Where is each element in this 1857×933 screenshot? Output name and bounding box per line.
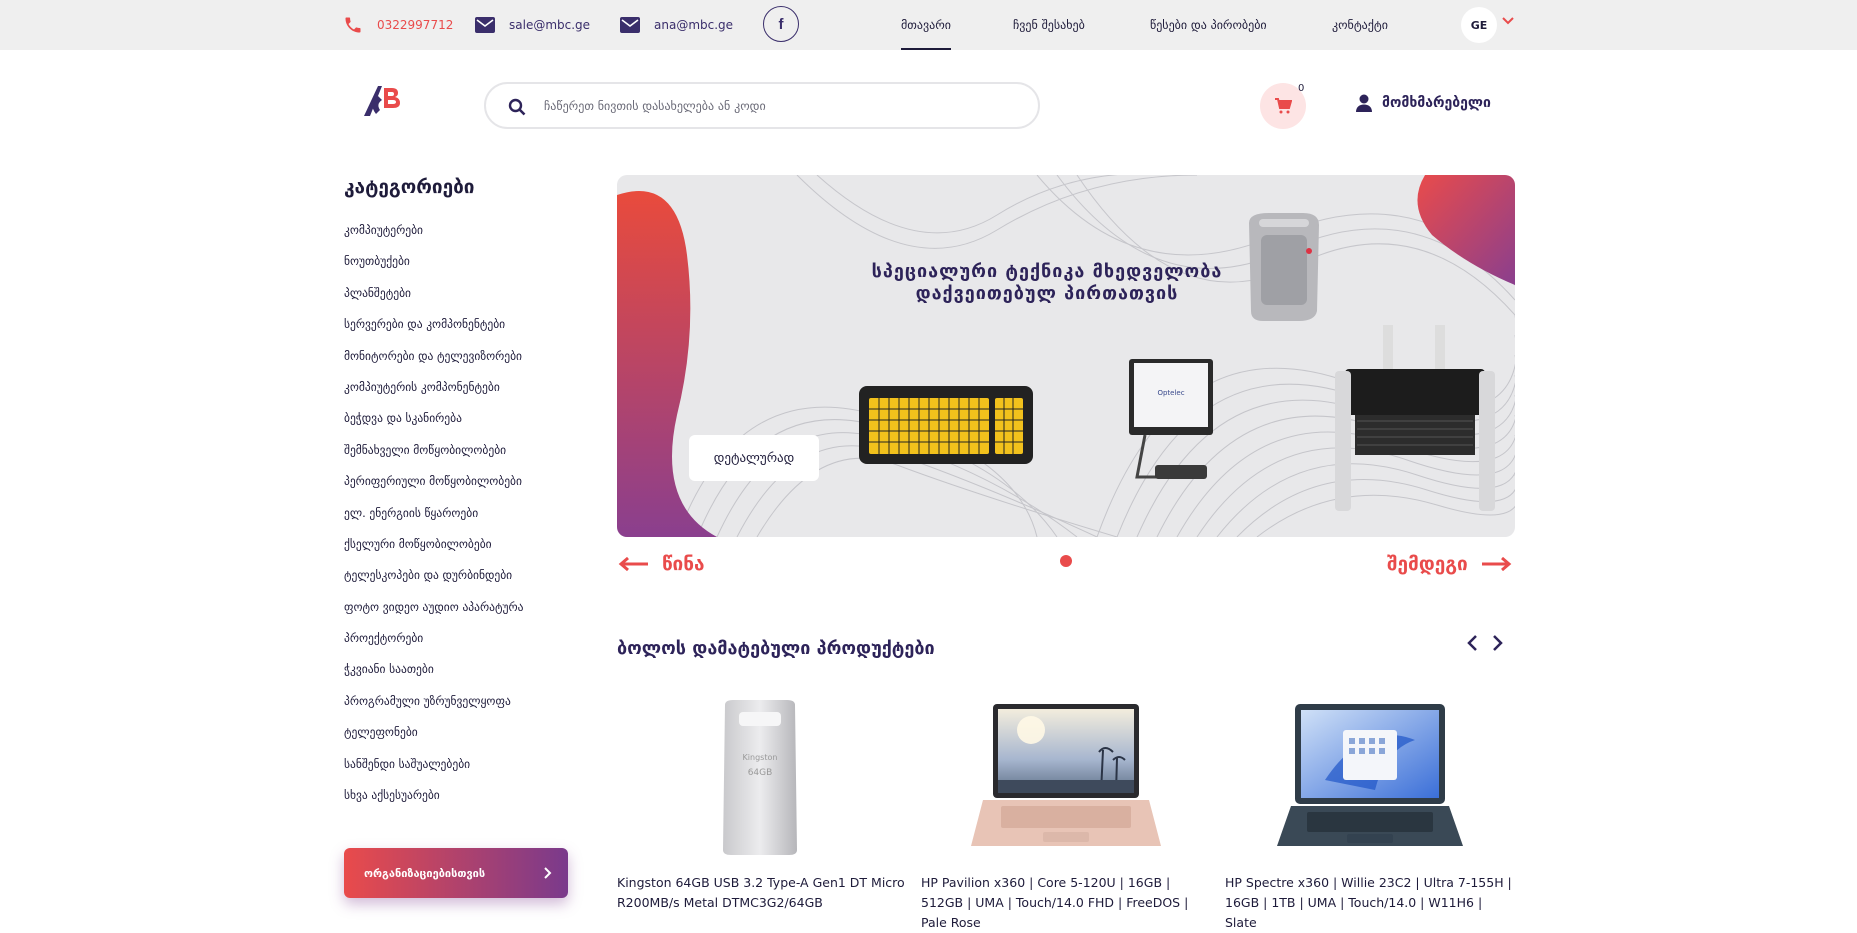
organizations-button[interactable]: ორგანიზაციებისთვის [344, 848, 568, 898]
chevron-right-icon[interactable] [1492, 634, 1504, 652]
category-item[interactable]: პროგრამული უზრუნველყოფა [344, 693, 523, 724]
nav-about[interactable]: ჩვენ შესახებ [1013, 0, 1085, 50]
category-item[interactable]: შემნახველი მოწყობილობები [344, 442, 523, 473]
language-selector[interactable]: GE [1461, 7, 1497, 43]
product-card[interactable]: Kingston 64GB Kingston 64GB USB 3.2 Type… [617, 700, 907, 913]
product-card[interactable]: HP Pavilion x360 | Core 5-120U | 16GB | … [921, 700, 1211, 933]
category-list: კომპიუტერები ნოუთბუქები პლანშეტები სერვე… [344, 222, 523, 818]
banner-title-line2: დაქვეითებულ პირთათვის [915, 283, 1179, 304]
product-name[interactable]: HP Pavilion x360 | Core 5-120U | 16GB | … [921, 873, 1211, 933]
category-item[interactable]: კომპიუტერის კომპონენტები [344, 379, 523, 410]
product-image[interactable]: Kingston 64GB [617, 700, 907, 855]
category-item[interactable]: სხვა აქსესუარები [344, 787, 523, 818]
svg-text:Optelec: Optelec [1157, 389, 1184, 397]
category-item[interactable]: პლანშეტები [344, 285, 523, 316]
search-bar [484, 82, 1040, 129]
mail-icon [475, 17, 495, 33]
category-item[interactable]: ნოუთბუქები [344, 253, 523, 284]
product-card[interactable]: HP Spectre x360 | Willie 23C2 | Ultra 7-… [1225, 700, 1515, 933]
chevron-down-icon[interactable] [1502, 16, 1514, 26]
category-item[interactable]: ტელეფონები [344, 724, 523, 755]
carousel-dot[interactable] [1060, 555, 1072, 567]
banner-title-line1: სპეციალური ტექნიკა მხედველობა [871, 261, 1223, 282]
phone-number: 0322997712 [377, 18, 454, 32]
category-item[interactable]: ელ. ენერგიის წყაროები [344, 505, 523, 536]
video-magnifier-image: Optelec [1129, 359, 1213, 479]
next-label: შემდეგი [1387, 553, 1468, 575]
portable-device-image [1249, 213, 1319, 321]
email-sale: sale@mbc.ge [509, 18, 591, 32]
nav-contact[interactable]: კონტაქტი [1332, 0, 1388, 50]
cart-count-badge: 0 [1298, 83, 1305, 94]
email-ana: ana@mbc.ge [654, 18, 734, 32]
usb-flash-drive-image: Kingston 64GB [723, 700, 797, 855]
user-account-button[interactable]: მომხმარებელი [1356, 94, 1491, 112]
logo[interactable] [362, 84, 406, 118]
svg-text:64GB: 64GB [748, 768, 773, 778]
chevron-left-icon[interactable] [1466, 634, 1478, 652]
laptop-pink-image [971, 704, 1161, 846]
braille-printer-image [1335, 325, 1495, 511]
products-carousel-controls [1466, 634, 1504, 652]
recent-products-title: ბოლოს დამატებული პროდუქტები [617, 638, 935, 659]
search-input[interactable] [544, 94, 1014, 118]
product-name[interactable]: Kingston 64GB USB 3.2 Type-A Gen1 DT Mic… [617, 873, 907, 913]
user-label: მომხმარებელი [1382, 95, 1491, 111]
category-item[interactable]: ჭკვიანი საათები [344, 661, 523, 692]
facebook-icon[interactable]: f [763, 6, 799, 42]
arrow-left-icon [618, 557, 648, 571]
phone-icon [345, 17, 361, 33]
user-icon [1356, 94, 1372, 112]
category-item[interactable]: პერიფერიული მოწყობილობები [344, 473, 523, 504]
prev-label: წინა [662, 553, 705, 575]
product-image[interactable] [921, 700, 1211, 855]
nav-home[interactable]: მთავარი [901, 0, 951, 50]
chevron-right-icon [544, 867, 552, 879]
category-item[interactable]: ქსელური მოწყობილობები [344, 536, 523, 567]
category-item[interactable]: ბეჭდვა და სკანირება [344, 410, 523, 441]
category-item[interactable]: კომპიუტერები [344, 222, 523, 253]
laptop-slate-image [1277, 704, 1463, 846]
hero-banner: სპეციალური ტექნიკა მხედველობა დაქვეითებუ… [617, 175, 1515, 537]
email-sale-contact[interactable]: sale@mbc.ge [475, 0, 590, 50]
details-button[interactable]: დეტალურად [689, 435, 819, 481]
email-ana-contact[interactable]: ana@mbc.ge [620, 0, 733, 50]
phone-contact[interactable]: 0322997712 [343, 0, 453, 50]
product-name[interactable]: HP Spectre x360 | Willie 23C2 | Ultra 7-… [1225, 873, 1515, 933]
cart-icon [1275, 98, 1292, 114]
banner-next-button[interactable]: შემდეგი [1387, 553, 1512, 575]
arrow-right-icon [1481, 557, 1512, 571]
banner-title: სპეციალური ტექნიკა მხედველობა დაქვეითებუ… [857, 261, 1237, 305]
top-bar: 0322997712 sale@mbc.ge ana@mbc.ge f მთავ… [0, 0, 1857, 50]
organizations-label: ორგანიზაციებისთვის [364, 866, 486, 880]
category-item[interactable]: პროექტორები [344, 630, 523, 661]
keyboard-image [859, 386, 1033, 464]
svg-text:Kingston: Kingston [743, 753, 778, 762]
category-item[interactable]: ტელესკოპები და დურბინდები [344, 567, 523, 598]
mail-icon [620, 17, 640, 33]
product-image[interactable] [1225, 700, 1515, 855]
category-item[interactable]: მონიტორები და ტელევიზორები [344, 348, 523, 379]
search-icon[interactable] [508, 98, 526, 116]
nav-terms[interactable]: წესები და პირობები [1150, 0, 1267, 50]
category-item[interactable]: სანშენდი საშუალებები [344, 756, 523, 787]
banner-prev-button[interactable]: წინა [618, 553, 705, 575]
categories-title: კატეგორიები [344, 176, 475, 198]
category-item[interactable]: ფოტო ვიდეო აუდიო აპარატურა [344, 599, 523, 630]
category-item[interactable]: სერვერები და კომპონენტები [344, 316, 523, 347]
